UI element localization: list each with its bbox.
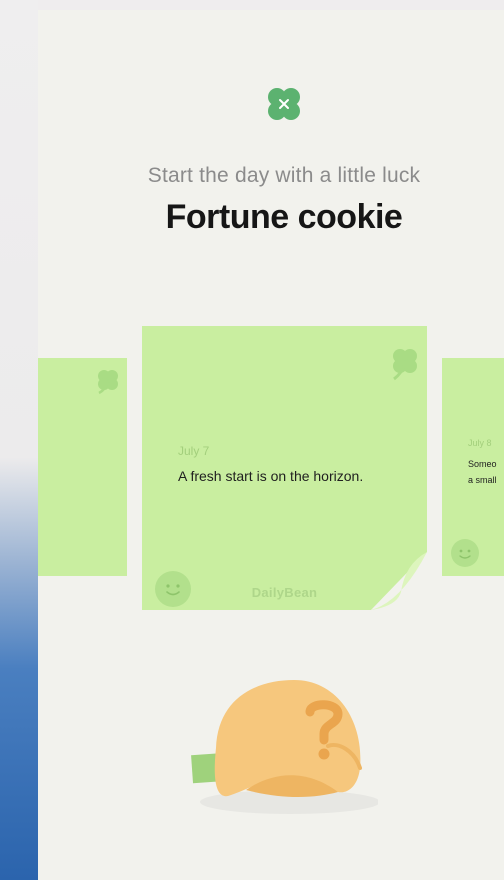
card-date: July 7 bbox=[178, 444, 210, 458]
card-message-line-2: a small bbox=[468, 475, 497, 485]
fortune-cookie[interactable] bbox=[188, 670, 378, 820]
smile-icon bbox=[451, 539, 479, 567]
card-message-line-1: Someo bbox=[468, 459, 497, 469]
page-curl bbox=[371, 552, 427, 610]
fortune-card-previous[interactable]: n bbox=[38, 358, 127, 576]
subtitle: Start the day with a little luck bbox=[147, 164, 421, 187]
page-title: Fortune cookie bbox=[165, 198, 403, 236]
card-date: July 8 bbox=[468, 438, 492, 448]
fortune-cookie-panel: Start the day with a little luck Fortune… bbox=[38, 10, 504, 880]
clover-icon bbox=[98, 370, 118, 395]
clover-icon bbox=[393, 349, 417, 381]
clover-icon bbox=[268, 88, 300, 120]
background-gradient bbox=[0, 0, 38, 880]
card-message: A fresh start is on the horizon. bbox=[178, 468, 364, 484]
card-message: Someo a small bbox=[468, 456, 504, 488]
fortune-card-current[interactable]: July 7 A fresh start is on the horizon. … bbox=[142, 326, 427, 610]
fortune-card-next[interactable]: July 8 Someo a small bbox=[442, 358, 504, 576]
